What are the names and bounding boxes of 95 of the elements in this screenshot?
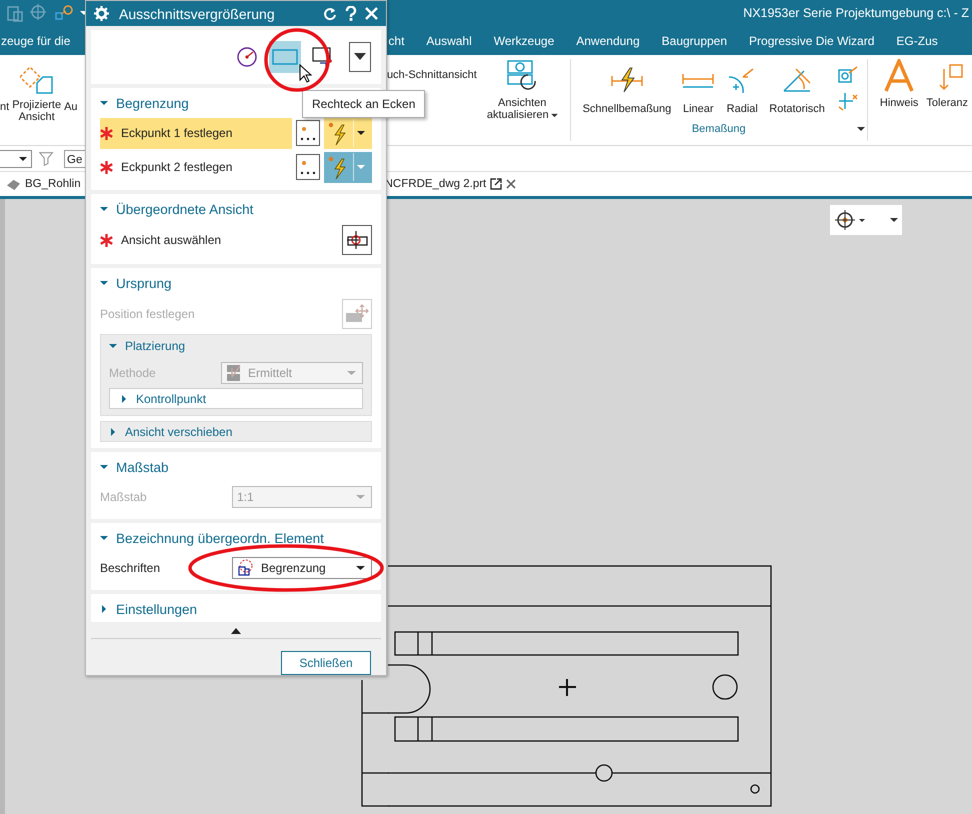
hole-dimension-icon[interactable] bbox=[836, 65, 859, 85]
projected-view-button[interactable]: Projizierte Ansicht bbox=[9, 61, 64, 123]
update-views-button[interactable]: Ansichten aktualisieren bbox=[482, 59, 562, 121]
field-label: Methode bbox=[109, 366, 156, 380]
expand-triangle-icon bbox=[100, 205, 108, 213]
snap-point-dropdown[interactable] bbox=[324, 118, 372, 148]
expand-triangle-icon bbox=[120, 394, 128, 402]
rectangle-point-icon bbox=[312, 46, 334, 68]
expand-triangle-icon bbox=[100, 463, 108, 471]
menu-item[interactable]: Progressive Die Wizard bbox=[749, 34, 874, 48]
rectangle-boundary-button[interactable] bbox=[269, 41, 301, 73]
point-dialog-button[interactable] bbox=[296, 154, 320, 180]
caret-icon bbox=[357, 164, 365, 170]
snap-point-dropdown[interactable] bbox=[324, 152, 372, 182]
expand-triangle-icon bbox=[109, 428, 117, 436]
view-orientation-widget[interactable] bbox=[830, 205, 902, 235]
settings-icon[interactable] bbox=[94, 6, 109, 21]
select-view-button[interactable] bbox=[342, 225, 372, 255]
selection-step[interactable]: Eckpunkt 1 festlegen bbox=[100, 118, 292, 148]
required-icon bbox=[100, 160, 113, 174]
part-icon bbox=[6, 178, 21, 190]
menu-item[interactable]: Auswahl bbox=[426, 34, 472, 48]
dimension-button[interactable]: Schnellbemaßung bbox=[578, 65, 676, 115]
field-label: Position festlegen bbox=[100, 307, 195, 321]
document-tab[interactable]: NCFRDE_dwg 2.prt bbox=[382, 172, 520, 196]
selection-step[interactable]: Ansicht auswählen bbox=[100, 233, 222, 247]
menu-item[interactable]: zeuge für die bbox=[1, 34, 70, 48]
clipboard-icon[interactable] bbox=[6, 4, 24, 22]
expand-triangle-icon bbox=[100, 534, 108, 542]
section-header[interactable]: Ursprung bbox=[100, 270, 172, 296]
menu-item[interactable]: Baugruppen bbox=[662, 34, 728, 48]
ribbon-label[interactable]: nt bbox=[0, 101, 10, 113]
caret-icon bbox=[356, 494, 365, 500]
ribbon-label[interactable]: Au bbox=[64, 101, 78, 113]
field-label: Maßstab bbox=[100, 490, 147, 504]
section-header[interactable]: Begrenzung bbox=[100, 90, 189, 116]
method-icon bbox=[226, 364, 242, 382]
control-point-item[interactable]: Kontrollpunkt bbox=[109, 388, 363, 409]
boundary-type-dropdown[interactable] bbox=[349, 42, 371, 72]
tooltip: Rechteck an Ecken bbox=[302, 90, 426, 118]
menu-item[interactable]: Werkzeuge bbox=[494, 34, 554, 48]
close-icon[interactable] bbox=[506, 179, 516, 189]
lightning-dimension-icon bbox=[610, 65, 644, 95]
pop-out-icon[interactable] bbox=[490, 178, 502, 190]
field-label: Beschriften bbox=[100, 560, 160, 574]
boundary-label-icon bbox=[237, 558, 255, 576]
caret-icon bbox=[356, 564, 365, 570]
target-icon bbox=[834, 209, 868, 231]
expand-triangle-icon bbox=[109, 342, 117, 350]
letter-a-icon bbox=[882, 59, 916, 93]
close-button[interactable]: Schließen bbox=[281, 651, 371, 675]
reset-icon[interactable] bbox=[323, 6, 337, 20]
menu-item[interactable]: cht bbox=[388, 34, 404, 48]
menu-item[interactable]: Anwendung bbox=[576, 34, 640, 48]
required-icon bbox=[100, 126, 113, 140]
selection-step[interactable]: Eckpunkt 2 festlegen bbox=[100, 152, 292, 182]
view-target-icon bbox=[345, 229, 369, 251]
window-title: NX1953er Serie Projektumgebung c:\ - Z bbox=[743, 6, 969, 20]
filter-icon[interactable] bbox=[38, 150, 56, 168]
caret-icon bbox=[354, 53, 366, 61]
help-icon[interactable] bbox=[345, 6, 357, 21]
menu-item[interactable]: EG-Zus bbox=[896, 34, 938, 48]
caret-icon bbox=[890, 217, 898, 223]
circle-icon bbox=[236, 46, 258, 68]
group-header[interactable]: Platzierung bbox=[109, 335, 186, 357]
expand-triangle-icon bbox=[100, 605, 108, 613]
dimension-button[interactable]: Radial bbox=[721, 65, 764, 115]
tolerance-button[interactable]: Toleranz bbox=[922, 59, 972, 109]
move-view-item[interactable]: Ansicht verschieben bbox=[100, 421, 372, 442]
section-header[interactable]: Bezeichnung übergeordn. Element bbox=[100, 525, 324, 551]
coordinate-dimension-icon[interactable] bbox=[836, 91, 859, 111]
caret-icon bbox=[347, 370, 356, 376]
group-label: Bemaßung bbox=[692, 123, 746, 135]
move-icon bbox=[344, 303, 370, 325]
dimension-button[interactable]: Linear bbox=[677, 65, 720, 115]
dialog-title: Ausschnittsvergrößerung bbox=[119, 6, 276, 22]
note-button[interactable]: Hinweis bbox=[876, 59, 922, 109]
section-header[interactable]: Übergeordnete Ansicht bbox=[100, 196, 254, 222]
point-dialog-button[interactable] bbox=[296, 120, 320, 146]
highlight-circle bbox=[264, 28, 330, 92]
link-icon[interactable] bbox=[54, 4, 74, 22]
rectangle-icon bbox=[272, 48, 298, 66]
expand-triangle-icon bbox=[100, 99, 108, 107]
caret-icon bbox=[19, 156, 27, 162]
required-icon bbox=[100, 234, 113, 246]
value-dropdown[interactable]: Begrenzung bbox=[232, 556, 372, 578]
document-tab[interactable]: BG_Rohlin bbox=[0, 172, 85, 196]
caret-icon[interactable] bbox=[856, 126, 865, 132]
caret-icon bbox=[550, 112, 558, 118]
dimension-button[interactable]: Rotatorisch bbox=[765, 65, 829, 115]
collapse-icon[interactable] bbox=[231, 628, 241, 634]
filter-dropdown[interactable] bbox=[0, 150, 32, 168]
section-view-button[interactable]: uch-Schnittansicht bbox=[386, 69, 477, 81]
expand-triangle-icon bbox=[100, 279, 108, 287]
caret-icon bbox=[357, 130, 365, 136]
